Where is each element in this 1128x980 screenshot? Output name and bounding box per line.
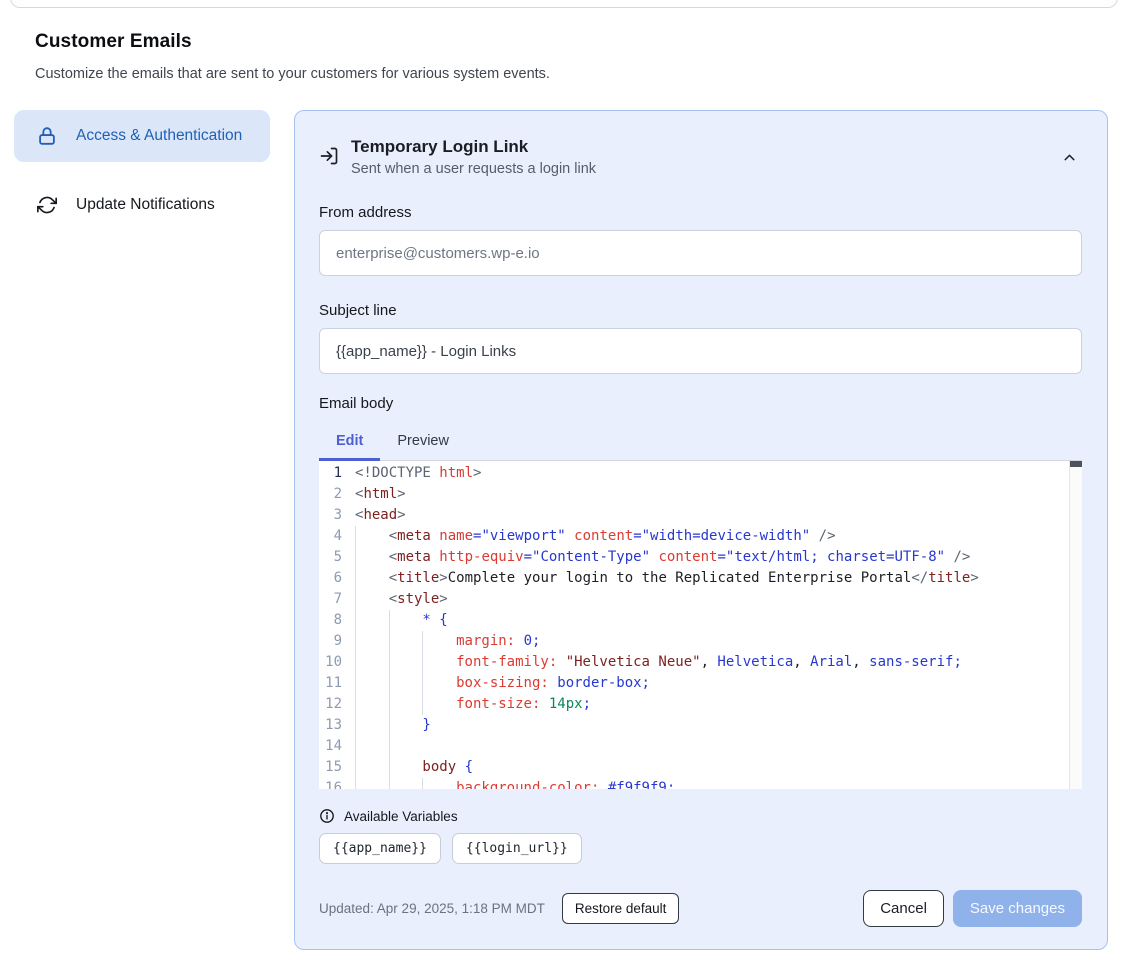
settings-page: Customer Emails Customize the emails tha…	[0, 0, 1128, 980]
subject-line-label: Subject line	[319, 302, 1082, 319]
code-line[interactable]: 12 font-size: 14px;	[319, 694, 1082, 715]
code-line[interactable]: 14	[319, 736, 1082, 757]
page-subtitle: Customize the emails that are sent to yo…	[35, 66, 1108, 82]
code-line[interactable]: 16 background-color: #f9f9f9;	[319, 778, 1082, 789]
code-line[interactable]: 13 }	[319, 715, 1082, 736]
line-number: 13	[319, 715, 355, 736]
collapse-section-button[interactable]	[1057, 145, 1082, 170]
panel-title: Temporary Login Link	[351, 137, 1045, 157]
code-line[interactable]: 11 box-sizing: border-box;	[319, 673, 1082, 694]
from-address-label: From address	[319, 204, 1082, 221]
chevron-up-icon	[1061, 149, 1078, 166]
refresh-icon	[36, 194, 58, 216]
available-variables-label: Available Variables	[344, 809, 458, 824]
panel-subtitle: Sent when a user requests a login link	[351, 161, 1045, 177]
sidebar-item-label: Update Notifications	[76, 193, 215, 217]
line-number: 7	[319, 589, 355, 610]
cancel-button[interactable]: Cancel	[863, 890, 944, 927]
lock-icon	[36, 125, 58, 147]
code-line[interactable]: 7 <style>	[319, 589, 1082, 610]
code-line[interactable]: 3<head>	[319, 505, 1082, 526]
line-number: 8	[319, 610, 355, 631]
code-line[interactable]: 8 * {	[319, 610, 1082, 631]
tab-edit[interactable]: Edit	[319, 423, 380, 460]
code-line[interactable]: 5 <meta http-equiv="Content-Type" conten…	[319, 547, 1082, 568]
previous-card-edge	[10, 0, 1118, 8]
code-lines: 1<!DOCTYPE html>2<html>3<head>4 <meta na…	[319, 463, 1082, 789]
updated-timestamp: Updated: Apr 29, 2025, 1:18 PM MDT	[319, 901, 545, 916]
line-number: 2	[319, 484, 355, 505]
subject-line-input[interactable]	[319, 328, 1082, 374]
page-title: Customer Emails	[35, 31, 1108, 53]
email-body-code-editor[interactable]: 1<!DOCTYPE html>2<html>3<head>4 <meta na…	[319, 461, 1082, 789]
email-body-label: Email body	[319, 395, 1082, 412]
line-number: 9	[319, 631, 355, 652]
line-number: 6	[319, 568, 355, 589]
line-number: 14	[319, 736, 355, 757]
code-line[interactable]: 9 margin: 0;	[319, 631, 1082, 652]
code-line[interactable]: 1<!DOCTYPE html>	[319, 463, 1082, 484]
email-types-sidebar: Access & Authentication Update Notificat…	[14, 110, 270, 231]
sidebar-item-label: Access & Authentication	[76, 124, 242, 148]
code-line[interactable]: 4 <meta name="viewport" content="width=d…	[319, 526, 1082, 547]
code-line[interactable]: 15 body {	[319, 757, 1082, 778]
restore-default-button[interactable]: Restore default	[562, 893, 680, 924]
line-number: 11	[319, 673, 355, 694]
line-number: 4	[319, 526, 355, 547]
line-number: 10	[319, 652, 355, 673]
line-number: 12	[319, 694, 355, 715]
info-icon	[319, 808, 335, 824]
line-number: 3	[319, 505, 355, 526]
variable-chip-app-name[interactable]: {{app_name}}	[319, 833, 441, 864]
tab-preview[interactable]: Preview	[380, 423, 466, 460]
variable-chip-login-url[interactable]: {{login_url}}	[452, 833, 582, 864]
sidebar-item-update-notifications[interactable]: Update Notifications	[14, 179, 270, 231]
code-line[interactable]: 2<html>	[319, 484, 1082, 505]
code-line[interactable]: 10 font-family: "Helvetica Neue", Helvet…	[319, 652, 1082, 673]
login-icon	[319, 146, 339, 166]
line-number: 16	[319, 778, 355, 789]
editor-scrollbar[interactable]	[1069, 461, 1082, 789]
line-number: 15	[319, 757, 355, 778]
line-number: 5	[319, 547, 355, 568]
sidebar-item-access-authentication[interactable]: Access & Authentication	[14, 110, 270, 162]
save-changes-button[interactable]: Save changes	[953, 890, 1082, 927]
temporary-login-link-panel: Temporary Login Link Sent when a user re…	[294, 110, 1108, 950]
from-address-input[interactable]	[319, 230, 1082, 276]
scrollbar-thumb[interactable]	[1070, 461, 1082, 467]
line-number: 1	[319, 463, 355, 484]
code-line[interactable]: 6 <title>Complete your login to the Repl…	[319, 568, 1082, 589]
editor-tabs: Edit Preview	[319, 423, 1082, 461]
